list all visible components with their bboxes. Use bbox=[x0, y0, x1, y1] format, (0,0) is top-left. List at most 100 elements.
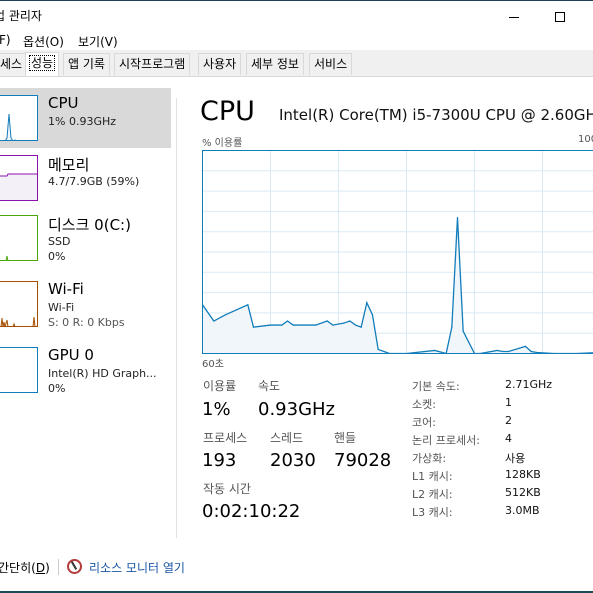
open-resource-monitor-link[interactable]: 리소스 모니터 열기 bbox=[89, 559, 185, 576]
info-label-l3-cache: L3 캐시: bbox=[412, 506, 453, 519]
cpu-usage-point bbox=[354, 324, 357, 326]
tab-services[interactable]: 서비스 bbox=[309, 53, 353, 75]
info-value-logical-processors: 4 bbox=[505, 432, 512, 445]
page-title: CPU bbox=[200, 96, 255, 127]
info-value-l3-cache: 3.0MB bbox=[505, 504, 540, 517]
sidebar-item-disk[interactable]: 디스크 0(C:) SSD 0% bbox=[0, 208, 171, 268]
info-label-virtualization: 가상화: bbox=[412, 452, 447, 465]
tab-users[interactable]: 사용자 bbox=[198, 53, 242, 75]
cpu-usage-point bbox=[456, 216, 459, 219]
sidebar-disk-usage: 0% bbox=[48, 250, 66, 263]
info-value-cores: 2 bbox=[505, 414, 512, 427]
cpu-usage-point bbox=[224, 314, 226, 316]
tab-details[interactable]: 세부 정보 bbox=[246, 53, 304, 75]
info-value-l1-cache: 128KB bbox=[505, 468, 541, 481]
speed-label: 속도 bbox=[258, 379, 281, 393]
minimize-icon bbox=[509, 16, 519, 18]
sidebar-item-memory[interactable]: 메모리 4.7/7.9GB (59%) bbox=[0, 148, 171, 208]
cpu-usage-point bbox=[434, 349, 436, 352]
cpu-usage-point bbox=[377, 348, 379, 351]
info-label-logical-processors: 논리 프로세서: bbox=[412, 434, 480, 447]
cpu-usage-point bbox=[371, 314, 374, 316]
menu-bar: F) 옵션(O) 보기(V) bbox=[0, 30, 593, 50]
handles-label: 핸들 bbox=[334, 431, 357, 445]
sidebar-disk-type: SSD bbox=[48, 235, 71, 248]
wifi-thumbnail-graph bbox=[0, 316, 36, 326]
info-value-sockets: 1 bbox=[505, 396, 512, 409]
sidebar-gpu-name: GPU 0 bbox=[48, 346, 94, 364]
info-value-virtualization: 사용 bbox=[505, 452, 526, 465]
wifi-thumbnail bbox=[0, 281, 38, 327]
cpu-utilization-chart bbox=[201, 150, 593, 355]
minimize-button[interactable] bbox=[491, 2, 537, 31]
utilization-label: 이용률 bbox=[203, 379, 237, 393]
footer-separator bbox=[58, 559, 59, 575]
menu-options[interactable]: 옵션(O) bbox=[23, 33, 64, 50]
sidebar-memory-name: 메모리 bbox=[48, 156, 90, 174]
cpu-usage-point bbox=[292, 324, 294, 326]
tab-processes[interactable]: 세스 bbox=[0, 53, 28, 75]
sidebar-wifi-adapter: Wi-Fi bbox=[48, 301, 75, 314]
info-label-l2-cache: L2 캐시: bbox=[412, 488, 453, 501]
chart-x-label: 60초 bbox=[202, 359, 224, 370]
cpu-usage-point bbox=[343, 322, 345, 324]
cpu-usage-point bbox=[366, 302, 368, 304]
cpu-usage-point bbox=[213, 320, 215, 322]
processes-label: 프로세스 bbox=[203, 431, 248, 445]
cpu-usage-point bbox=[502, 350, 504, 353]
memory-thumbnail bbox=[0, 155, 38, 201]
tab-strip: 세스 성능 앱 기록 시작프로그램 사용자 세부 정보 서비스 bbox=[0, 50, 593, 77]
sidebar-item-gpu[interactable]: GPU 0 Intel(R) HD Graph... 0% bbox=[0, 340, 171, 400]
cpu-usage-point bbox=[507, 350, 510, 353]
title-bar[interactable]: 업 관리자 bbox=[0, 1, 593, 30]
cpu-usage-point bbox=[281, 324, 283, 326]
sidebar-memory-sub: 4.7/7.9GB (59%) bbox=[48, 175, 140, 188]
disk-thumbnail bbox=[0, 215, 38, 261]
info-label-base-speed: 기본 속도: bbox=[412, 380, 460, 393]
cpu-usage-point bbox=[360, 326, 362, 328]
uptime-value: 0:02:10:22 bbox=[202, 501, 301, 522]
info-label-sockets: 소켓: bbox=[412, 398, 436, 411]
fewer-details-accesskey: D bbox=[35, 561, 46, 575]
threads-value: 2030 bbox=[270, 450, 316, 471]
tab-startup[interactable]: 시작프로그램 bbox=[114, 53, 191, 75]
sidebar-item-cpu[interactable]: CPU 1% 0.93GHz bbox=[0, 88, 171, 148]
window-title: 업 관리자 bbox=[0, 9, 42, 23]
cpu-chart-svg bbox=[201, 150, 593, 355]
menu-view[interactable]: 보기(V) bbox=[78, 33, 118, 50]
resource-monitor-icon[interactable] bbox=[67, 559, 82, 574]
sidebar-wifi-name: Wi-Fi bbox=[48, 280, 84, 298]
menu-file[interactable]: F) bbox=[0, 33, 11, 47]
cpu-usage-point bbox=[326, 320, 328, 322]
disk-thumbnail-graph bbox=[5, 255, 9, 260]
tab-performance[interactable]: 성능 bbox=[25, 52, 60, 76]
chart-y-max-label: 100% bbox=[578, 134, 593, 145]
cpu-usage-point bbox=[530, 350, 532, 353]
cpu-usage-point bbox=[315, 324, 317, 326]
cpu-thumbnail-graph bbox=[5, 113, 17, 140]
processes-value: 193 bbox=[202, 450, 237, 471]
sidebar-disk-name: 디스크 0(C:) bbox=[48, 216, 131, 234]
threads-label: 스레드 bbox=[270, 431, 304, 445]
sidebar-wifi-throughput: S: 0 R: 0 Kbps bbox=[48, 316, 125, 329]
cpu-thumbnail bbox=[0, 95, 38, 141]
cpu-model: Intel(R) Core(TM) i5-7300U CPU @ 2.60GHz bbox=[279, 106, 593, 124]
info-value-base-speed: 2.71GHz bbox=[505, 378, 553, 391]
speed-value: 0.93GHz bbox=[258, 399, 336, 420]
tab-app-history[interactable]: 앱 기록 bbox=[63, 53, 110, 75]
memory-thumbnail-graph bbox=[0, 173, 37, 200]
utilization-value: 1% bbox=[202, 399, 231, 420]
handles-value: 79028 bbox=[334, 450, 392, 471]
cpu-usage-point bbox=[462, 330, 464, 332]
cpu-usage-point bbox=[332, 324, 334, 326]
maximize-button[interactable] bbox=[537, 2, 583, 31]
info-label-l1-cache: L1 캐시: bbox=[412, 470, 453, 483]
sidebar-item-wifi[interactable]: Wi-Fi Wi-Fi S: 0 R: 0 Kbps bbox=[0, 274, 171, 334]
maximize-icon bbox=[555, 11, 565, 22]
info-value-l2-cache: 512KB bbox=[505, 486, 541, 499]
fewer-details-link[interactable]: 간단히(D) bbox=[0, 559, 50, 576]
cpu-usage-point bbox=[536, 351, 538, 354]
cpu-usage-point bbox=[286, 320, 289, 322]
fewer-details-suffix: ) bbox=[45, 561, 50, 575]
fewer-details-text: 간단히( bbox=[0, 561, 36, 575]
